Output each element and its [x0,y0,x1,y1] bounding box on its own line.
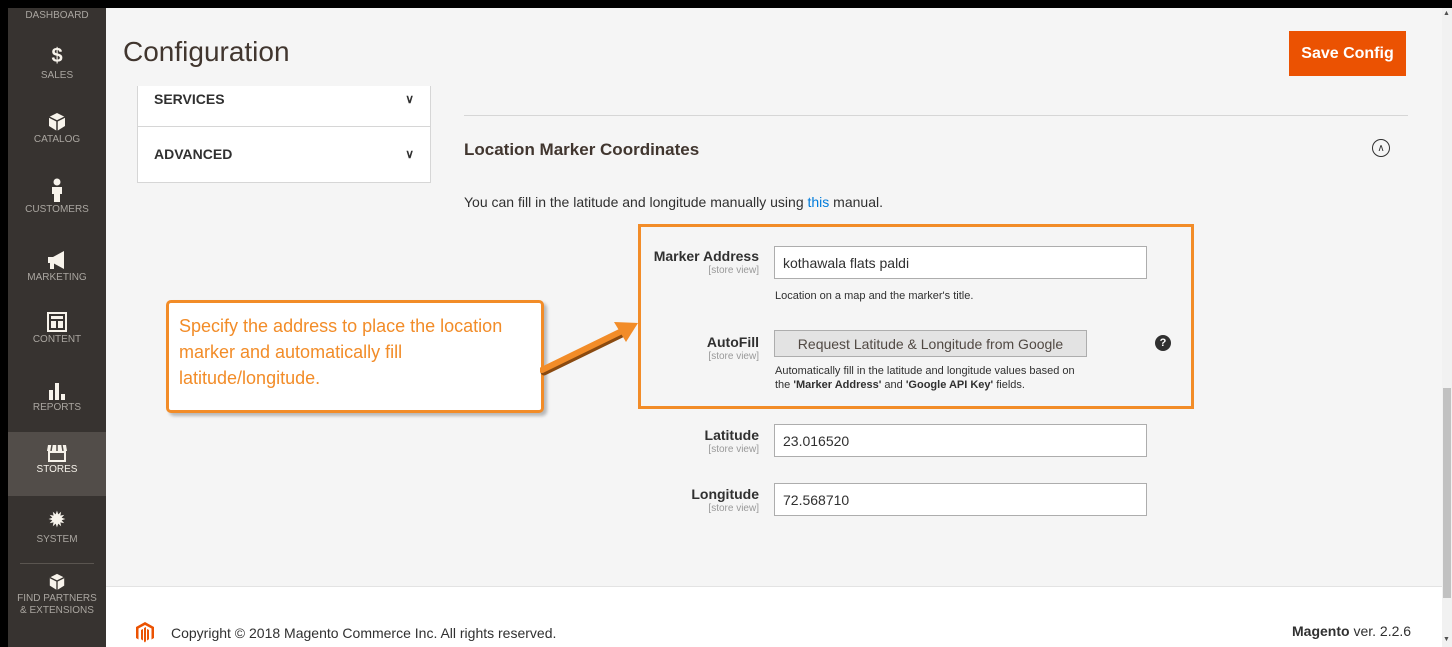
store-icon [47,444,67,462]
nav-item-find-partners[interactable]: FIND PARTNERS & EXTENSIONS [8,573,106,633]
magento-logo [136,622,154,643]
layout-icon [47,312,67,332]
tab-advanced[interactable]: ADVANCED ∨ [138,126,430,182]
nav-label: CUSTOMERS [25,204,89,215]
latitude-input[interactable] [774,424,1147,457]
dollar-icon: $ [51,45,63,67]
longitude-label: Longitude [691,486,759,502]
version-text: Magento ver. 2.2.6 [1292,623,1411,639]
manual-link[interactable]: this [808,194,830,210]
intro-text: You can fill in the latitude and longitu… [464,194,808,210]
nav-label: DASHBOARD [25,10,89,21]
gear-icon: ✹ [47,507,67,532]
nav-label: FIND PARTNERS [17,593,97,604]
section-title[interactable]: Location Marker Coordinates [464,140,699,160]
nav-item-marketing[interactable]: MARKETING [8,250,106,310]
nav-label: MARKETING [27,272,87,283]
scroll-up-arrow-icon[interactable]: ▲ [1443,10,1450,17]
callout-arrow [540,322,638,376]
tab-label: ADVANCED [154,146,233,162]
nav-item-reports[interactable]: REPORTS [8,380,106,440]
nav-label: STORES [36,464,78,475]
copyright-text: Copyright © 2018 Magento Commerce Inc. A… [171,625,557,641]
section-divider [464,115,1408,116]
save-config-button[interactable]: Save Config [1289,31,1406,76]
nav-label: SYSTEM [36,534,78,545]
longitude-input[interactable] [774,483,1147,516]
nav-item-content[interactable]: CONTENT [8,312,106,372]
person-icon [52,178,62,202]
scrollbar-thumb[interactable] [1443,388,1451,598]
nav-label-line2: & EXTENSIONS [20,605,94,616]
highlight-box [638,224,1194,409]
partners-icon [49,573,65,591]
chevron-down-icon: ∨ [405,92,414,106]
tab-services[interactable]: SERVICES ∨ [138,86,430,126]
sidebar-divider [20,563,94,564]
nav-label: REPORTS [32,402,82,413]
chevron-down-icon: ∨ [405,147,414,161]
scroll-down-arrow-icon[interactable]: ▼ [1443,636,1450,643]
version-brand: Magento [1292,623,1350,639]
collapse-icon[interactable]: ∧ [1372,139,1390,157]
latitude-label: Latitude [704,427,759,443]
nav-item-customers[interactable]: CUSTOMERS [8,178,106,238]
nav-label: CATALOG [33,134,81,145]
megaphone-icon [48,251,64,269]
page-title: Configuration [123,36,290,67]
nav-label: CONTENT [32,334,82,345]
config-tabs: SERVICES ∨ ADVANCED ∨ [137,86,431,183]
callout-annotation: Specify the address to place the locatio… [166,300,544,413]
nav-item-dashboard[interactable]: DASHBOARD [8,8,106,32]
nav-item-catalog[interactable]: CATALOG [8,112,106,172]
box-icon [48,113,66,131]
nav-item-stores[interactable]: STORES [8,432,106,496]
section-intro: You can fill in the latitude and longitu… [464,194,883,210]
intro-text-end: manual. [829,194,883,210]
nav-item-system[interactable]: ✹ SYSTEM [8,508,106,558]
nav-item-sales[interactable]: $ SALES [8,44,106,104]
scope-label: [store view] [708,444,759,455]
app-window: DASHBOARD $ SALES CATALOG CUSTOMERS MARK… [8,8,1452,647]
scope-label: [store view] [708,503,759,514]
tab-label: SERVICES [154,91,225,107]
nav-label: SALES [40,70,74,81]
version-number: ver. 2.2.6 [1349,623,1412,639]
admin-sidebar: DASHBOARD $ SALES CATALOG CUSTOMERS MARK… [8,8,106,647]
bar-chart-icon [49,383,65,400]
